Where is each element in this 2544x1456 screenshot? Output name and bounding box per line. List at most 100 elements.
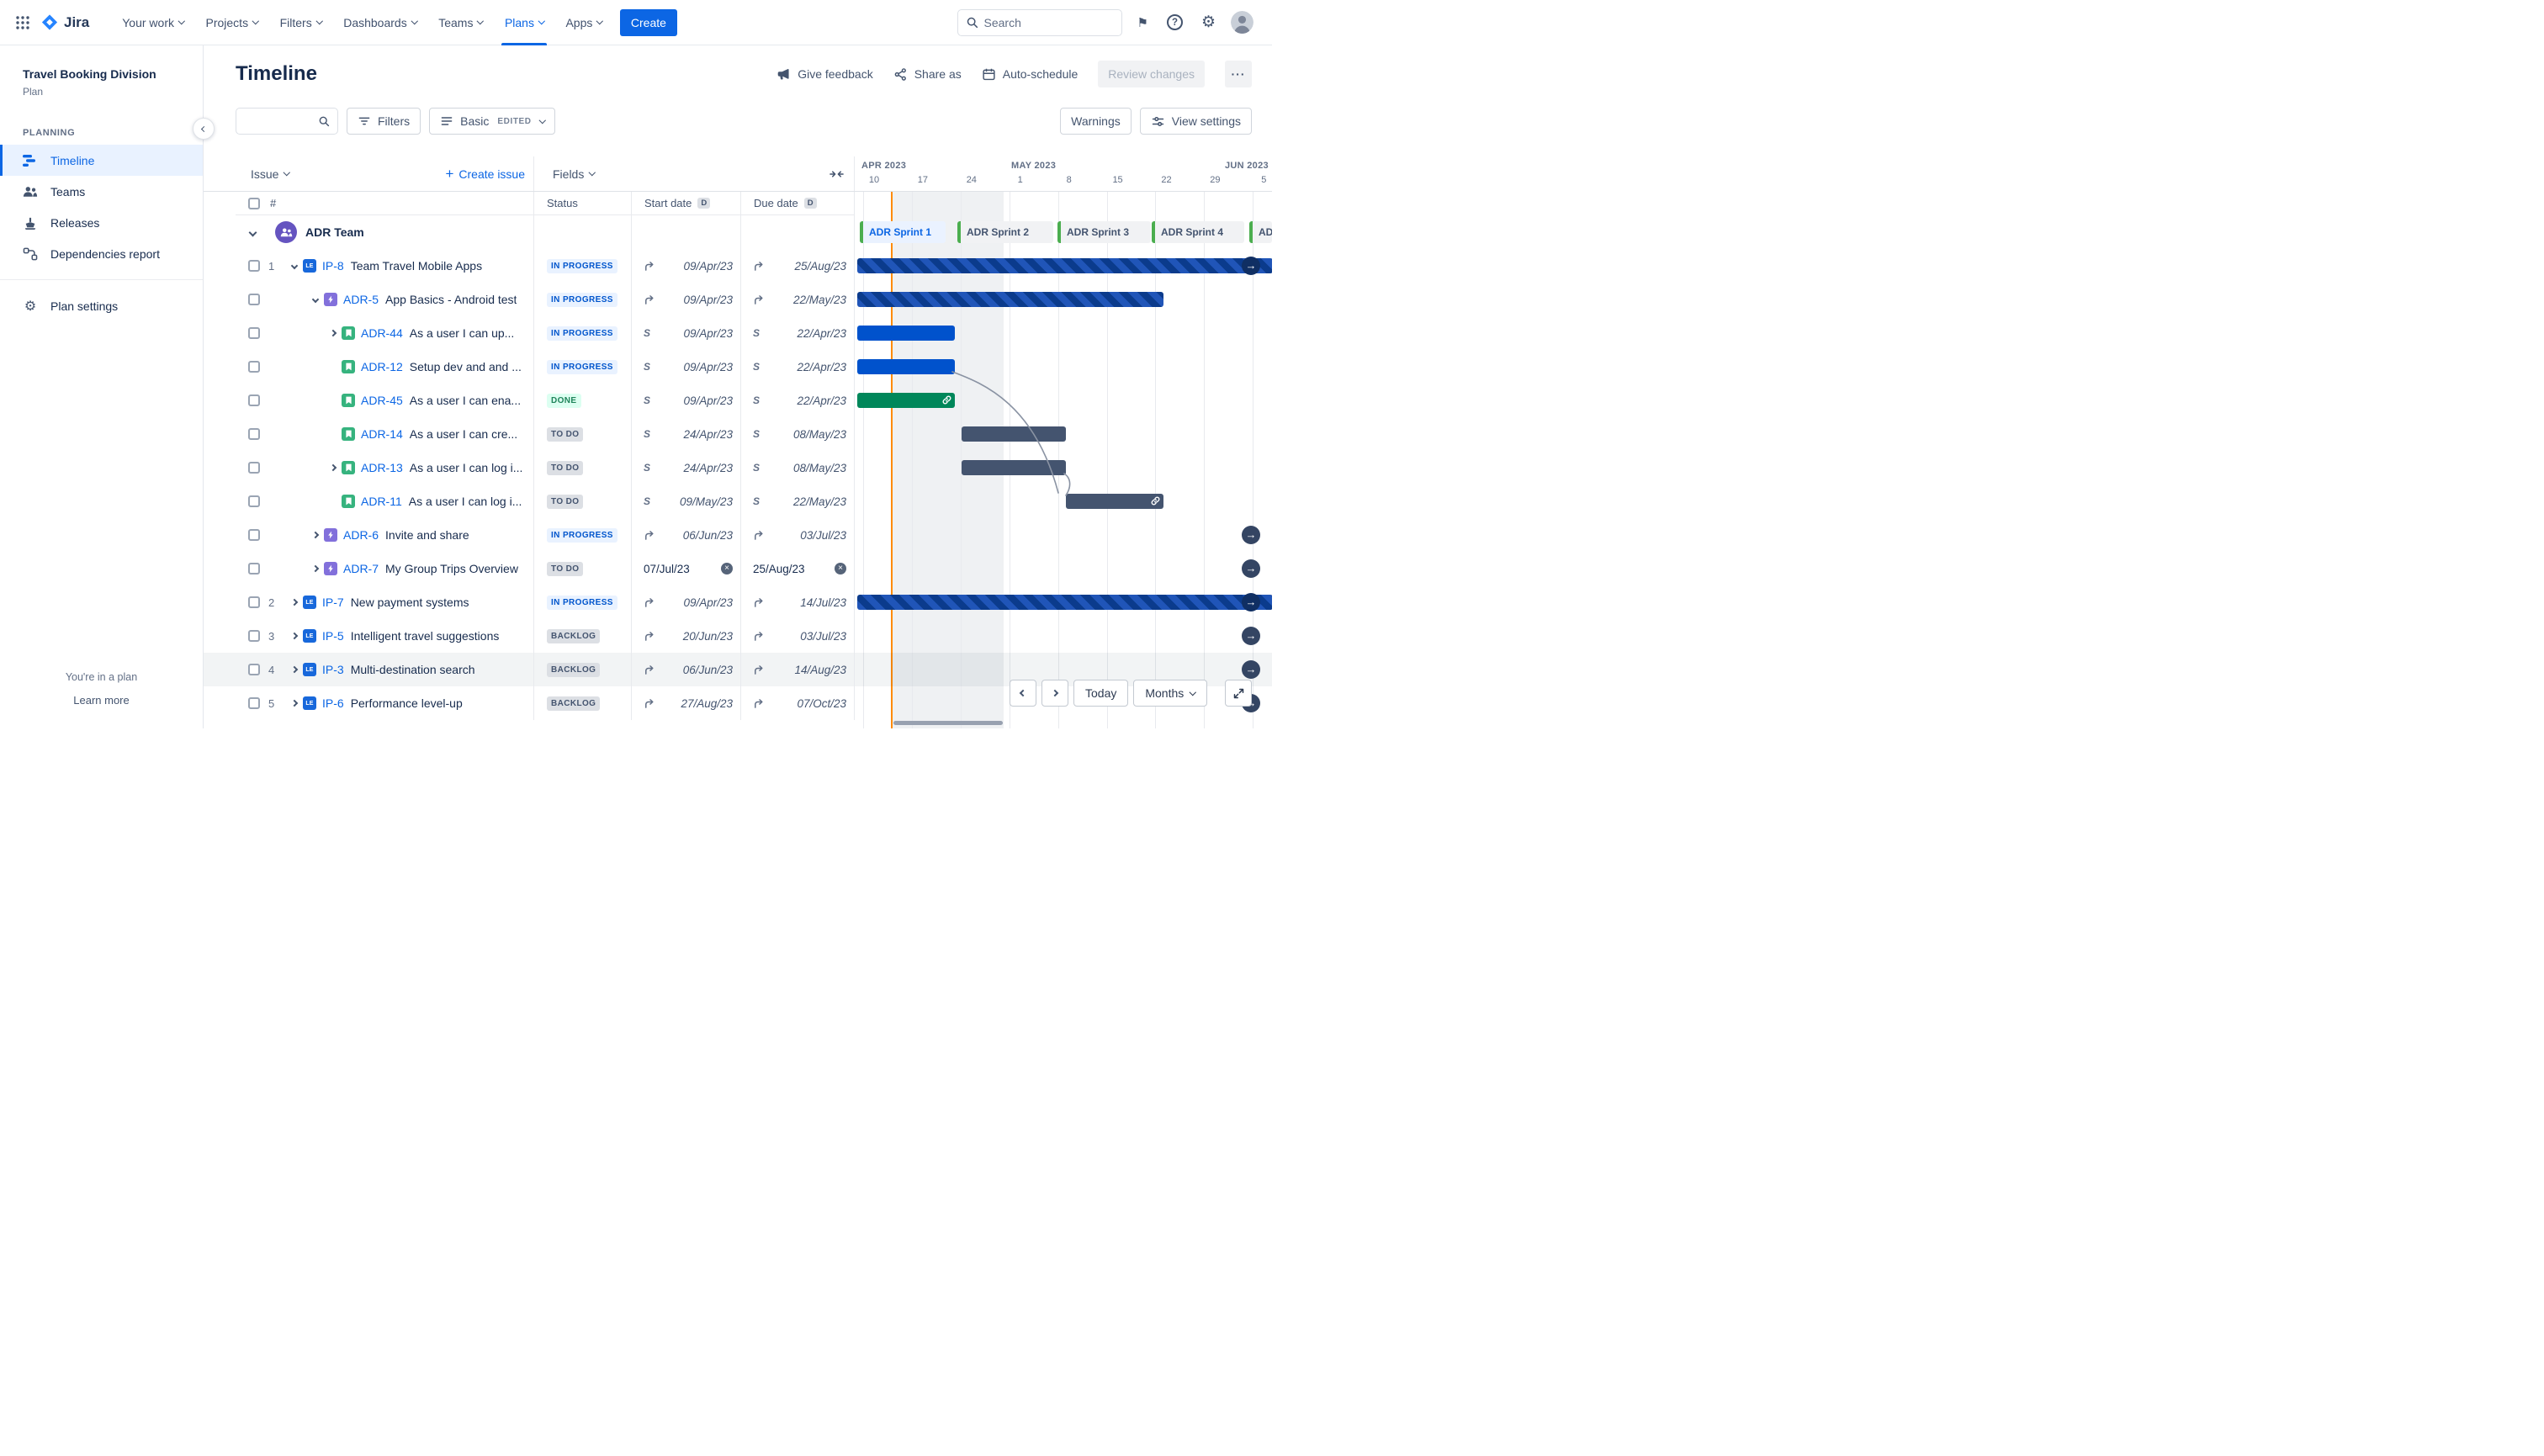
row-checkbox[interactable] <box>248 596 260 608</box>
start-date-cell[interactable]: S 09/Apr/23 <box>631 316 740 350</box>
status-lozenge[interactable]: DONE <box>547 393 581 408</box>
clear-date-icon[interactable]: × <box>721 563 733 574</box>
issue-key-link[interactable]: IP-6 <box>322 696 344 710</box>
due-date-cell[interactable]: S 08/May/23 <box>740 451 854 484</box>
status-lozenge[interactable]: IN PROGRESS <box>547 527 617 543</box>
due-date-column-header[interactable]: Due date D <box>740 192 854 215</box>
issue-row-adr-14[interactable]: ADR-14 As a user I can cre... TO DO S 24/Apr… <box>204 417 1272 451</box>
gantt-bar-ADR-11[interactable] <box>1065 494 1163 509</box>
expand-chevron[interactable] <box>287 699 301 707</box>
row-checkbox[interactable] <box>248 260 260 272</box>
status-lozenge[interactable]: IN PROGRESS <box>547 258 617 273</box>
status-lozenge[interactable]: IN PROGRESS <box>547 595 617 610</box>
fields-column-header[interactable]: Fields <box>553 167 596 181</box>
sidebar-item-releases[interactable]: Releases <box>0 207 203 238</box>
topnav-item-projects[interactable]: Projects <box>195 0 269 45</box>
start-date-cell[interactable]: S 24/Apr/23 <box>631 417 740 451</box>
today-button[interactable]: Today <box>1073 680 1129 707</box>
issue-key-link[interactable]: ADR-45 <box>361 394 403 407</box>
status-lozenge[interactable]: IN PROGRESS <box>547 292 617 307</box>
row-checkbox[interactable] <box>248 495 260 507</box>
status-lozenge[interactable]: IN PROGRESS <box>547 326 617 341</box>
expand-chevron[interactable] <box>308 531 322 539</box>
gantt-bar-ADR-12[interactable] <box>856 359 955 374</box>
status-lozenge[interactable]: BACKLOG <box>547 662 601 677</box>
issue-row-ip-5[interactable]: 3 LE IP-5 Intelligent travel suggestions BAC… <box>204 619 1272 653</box>
help-icon[interactable]: ? <box>1166 14 1183 30</box>
dependency-link-icon[interactable] <box>942 395 951 405</box>
gantt-bar-ADR-44[interactable] <box>856 326 955 341</box>
issue-column-header[interactable]: Issue <box>251 167 291 181</box>
row-checkbox[interactable] <box>248 462 260 474</box>
sidebar-collapse-button[interactable] <box>193 118 215 140</box>
due-date-cell[interactable]: S 22/Apr/23 <box>740 350 854 384</box>
status-lozenge[interactable]: TO DO <box>547 561 584 576</box>
learn-more-link[interactable]: Learn more <box>73 694 129 707</box>
issue-key-link[interactable]: ADR-7 <box>343 562 379 575</box>
share-as-button[interactable]: Share as <box>893 67 962 82</box>
create-issue-button[interactable]: + Create issue <box>445 167 525 181</box>
due-date-cell[interactable]: 14/Jul/23 <box>740 585 854 619</box>
start-date-cell[interactable]: 09/Apr/23 <box>631 249 740 283</box>
row-checkbox[interactable] <box>248 361 260 373</box>
start-date-cell[interactable]: 06/Jun/23 <box>631 518 740 552</box>
start-date-cell[interactable]: S 09/May/23 <box>631 484 740 518</box>
expand-chevron[interactable] <box>326 329 340 337</box>
view-settings-button[interactable]: View settings <box>1139 108 1252 135</box>
row-checkbox[interactable] <box>248 327 260 339</box>
start-date-column-header[interactable]: Start date D <box>631 192 740 215</box>
warnings-button[interactable]: Warnings <box>1060 108 1132 135</box>
issue-key-link[interactable]: ADR-11 <box>361 495 402 508</box>
sprint-chip-2[interactable]: ADR Sprint 2 <box>957 221 1053 243</box>
gantt-bar-ADR-13[interactable] <box>961 460 1066 475</box>
expand-chevron[interactable] <box>308 564 322 573</box>
start-date-cell[interactable]: 09/Apr/23 <box>631 585 740 619</box>
select-all-checkbox[interactable] <box>248 197 260 209</box>
due-date-cell[interactable]: S 22/Apr/23 <box>740 316 854 350</box>
row-checkbox[interactable] <box>248 428 260 440</box>
issue-row-adr-6[interactable]: ADR-6 Invite and share IN PROGRESS 06/Jun/2… <box>204 518 1272 552</box>
status-lozenge[interactable]: TO DO <box>547 426 584 442</box>
topnav-item-dashboards[interactable]: Dashboards <box>332 0 427 45</box>
gantt-bar-ADR-14[interactable] <box>961 426 1066 442</box>
global-search[interactable] <box>957 8 1122 36</box>
give-feedback-button[interactable]: Give feedback <box>776 66 873 82</box>
issue-key-link[interactable]: ADR-44 <box>361 326 403 340</box>
start-date-cell[interactable]: 27/Aug/23 <box>631 686 740 720</box>
issue-row-ip-8[interactable]: 1 LE IP-8 Team Travel Mobile Apps IN PROGRES… <box>204 249 1272 283</box>
timeline-search[interactable] <box>236 108 338 135</box>
timeline-search-input[interactable] <box>244 114 311 128</box>
gear-icon[interactable]: ⚙ <box>1201 13 1216 32</box>
due-date-cell[interactable]: S 22/Apr/23 <box>740 384 854 417</box>
gantt-bar-IP-8[interactable] <box>856 258 1272 273</box>
issue-row-adr-13[interactable]: ADR-13 As a user I can log i... TO DO S 24/A… <box>204 451 1272 484</box>
sprint-chip-4[interactable]: ADR Sprint 4 <box>1152 221 1244 243</box>
expand-chevron[interactable] <box>287 262 301 270</box>
issue-key-link[interactable]: ADR-13 <box>361 461 403 474</box>
start-date-cell[interactable]: 09/Apr/23 <box>631 283 740 316</box>
status-lozenge[interactable]: IN PROGRESS <box>547 359 617 374</box>
due-date-cell[interactable]: 25/Aug/23 × <box>740 552 854 585</box>
issue-key-link[interactable]: ADR-6 <box>343 528 379 542</box>
issue-row-adr-44[interactable]: ADR-44 As a user I can up... IN PROGRESS S 0… <box>204 316 1272 350</box>
row-checkbox[interactable] <box>248 529 260 541</box>
scroll-to-end-arrow[interactable]: → <box>1242 593 1260 612</box>
issue-key-link[interactable]: IP-8 <box>322 259 344 273</box>
sidebar-item-dependencies-report[interactable]: Dependencies report <box>0 238 203 269</box>
collapse-fields-icon[interactable] <box>829 168 844 180</box>
user-avatar[interactable] <box>1231 11 1253 34</box>
issue-row-adr-5[interactable]: ADR-5 App Basics - Android test IN PROGRES… <box>204 283 1272 316</box>
scroll-to-bar-arrow[interactable]: → <box>1242 627 1260 645</box>
expand-chevron[interactable] <box>287 665 301 674</box>
team-group-row[interactable]: ADR Team ADR Sprint 1 ADR Sprint 2 ADR Spri… <box>204 215 1272 249</box>
start-date-cell[interactable]: S 09/Apr/23 <box>631 350 740 384</box>
due-date-cell[interactable]: 25/Aug/23 <box>740 249 854 283</box>
scroll-to-bar-arrow[interactable]: → <box>1242 660 1260 679</box>
expand-chevron[interactable] <box>326 463 340 472</box>
issue-key-link[interactable]: ADR-12 <box>361 360 403 373</box>
due-date-cell[interactable]: 14/Aug/23 <box>740 653 854 686</box>
due-date-cell[interactable]: 07/Oct/23 <box>740 686 854 720</box>
row-checkbox[interactable] <box>248 630 260 642</box>
filters-button[interactable]: Filters <box>347 108 421 135</box>
start-date-cell[interactable]: S 24/Apr/23 <box>631 451 740 484</box>
